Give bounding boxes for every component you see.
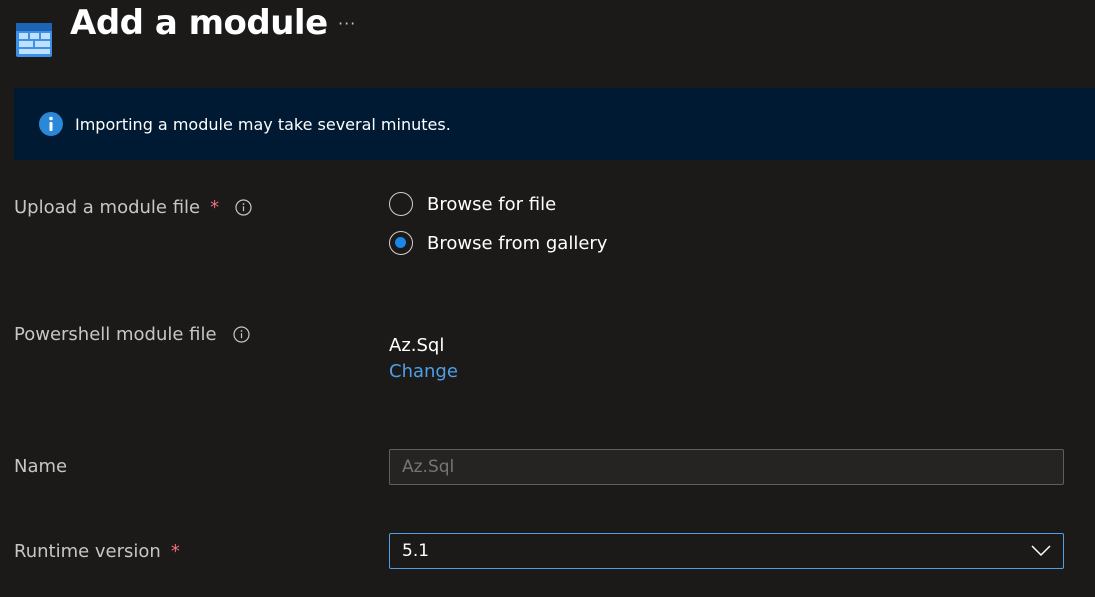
change-module-link[interactable]: Change xyxy=(389,361,458,382)
page-title: Add a module xyxy=(70,3,328,43)
more-options-button[interactable]: ··· xyxy=(338,14,356,33)
radio-label: Browse from gallery xyxy=(427,232,608,254)
upload-module-label-row: Upload a module file * xyxy=(14,197,252,218)
add-module-page: Add a module ··· Importing a module may … xyxy=(0,0,1095,597)
page-header xyxy=(14,4,54,60)
runtime-version-value: 5.1 xyxy=(402,541,430,561)
module-file-label: Powershell module file xyxy=(14,324,217,345)
required-asterisk: * xyxy=(170,541,180,562)
radio-browse-from-gallery[interactable]: Browse from gallery xyxy=(389,230,607,256)
name-label: Name xyxy=(14,456,68,477)
chevron-down-icon xyxy=(1031,545,1051,557)
info-banner-text: Importing a module may take several minu… xyxy=(75,114,451,134)
runtime-version-dropdown[interactable]: 5.1 xyxy=(389,533,1064,569)
radio-button[interactable] xyxy=(389,192,413,216)
runtime-label-row: Runtime version * xyxy=(14,541,180,562)
upload-module-label: Upload a module file xyxy=(14,197,201,218)
radio-label: Browse for file xyxy=(427,193,557,215)
info-tooltip-icon[interactable] xyxy=(235,199,252,216)
info-icon xyxy=(39,112,63,136)
module-grid-icon xyxy=(16,23,52,57)
name-label-row: Name xyxy=(14,456,67,477)
radio-browse-for-file[interactable]: Browse for file xyxy=(389,191,607,217)
required-asterisk: * xyxy=(210,197,220,218)
info-banner: Importing a module may take several minu… xyxy=(14,88,1095,160)
upload-source-radio-group: Browse for file Browse from gallery xyxy=(389,191,607,269)
name-input[interactable] xyxy=(389,449,1064,485)
module-file-label-row: Powershell module file xyxy=(14,324,250,345)
info-tooltip-icon[interactable] xyxy=(233,326,250,343)
runtime-version-label: Runtime version xyxy=(14,541,161,562)
module-file-value: Az.Sql xyxy=(389,335,445,356)
radio-button-selected[interactable] xyxy=(389,231,413,255)
